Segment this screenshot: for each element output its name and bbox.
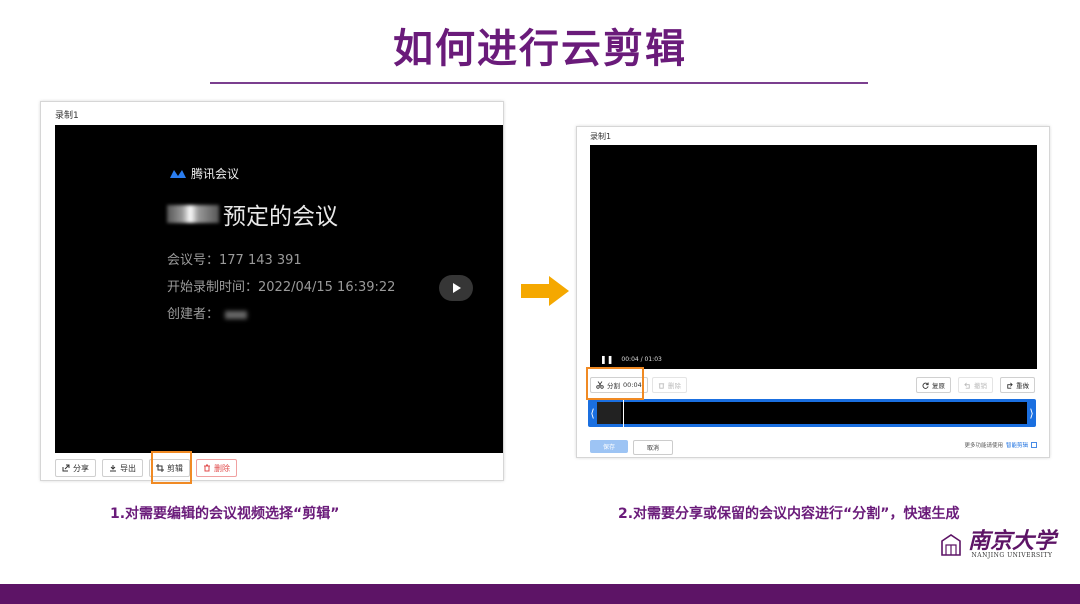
recording-panel-right: 录制1 ❚❚ 00:04 / 01:03 分割 00:04 删除 复原 撤销 重…	[576, 126, 1050, 458]
university-emblem-icon	[941, 533, 961, 556]
video-player-edit[interactable]: ❚❚ 00:04 / 01:03	[590, 145, 1037, 369]
slide-title: 如何进行云剪辑	[393, 26, 687, 72]
footer-bar	[0, 584, 1080, 604]
recording-label-right: 录制1	[590, 132, 612, 141]
redo-icon	[1007, 382, 1013, 389]
segment-delete-label: 删除	[668, 382, 681, 390]
delete-label: 删除	[214, 463, 230, 473]
timeline-end-handle[interactable]: ⟩	[1027, 399, 1036, 427]
export-label: 导出	[120, 463, 136, 473]
meeting-id: 会议号：177 143 391	[167, 253, 302, 268]
timeline-cursor[interactable]	[623, 399, 624, 427]
timeline-start-handle[interactable]: ⟨	[588, 399, 597, 427]
creator-label: 创建者：	[167, 307, 220, 322]
redo-button[interactable]: 重做	[1000, 377, 1035, 393]
recording-panel-left: 录制1 腾讯会议 预定的会议 会议号：177 143 391 开始录制时间：20…	[40, 101, 504, 481]
clip-timeline[interactable]: ⟨ ⟩	[588, 399, 1036, 427]
caption-step-2: 2.对需要分享或保留的会议内容进行“分割”，快速生成	[618, 506, 960, 522]
reset-button[interactable]: 复原	[916, 377, 951, 393]
arrow-right-icon	[521, 276, 569, 306]
split-highlight-box	[586, 367, 644, 400]
creator: 创建者：	[167, 303, 248, 322]
trash-icon	[204, 464, 210, 472]
delete-button[interactable]: 删除	[196, 459, 237, 477]
share-icon	[62, 464, 70, 472]
brand-name: 腾讯会议	[191, 167, 240, 181]
trash-icon	[658, 382, 665, 389]
reset-label: 复原	[932, 382, 945, 390]
title-divider	[210, 82, 868, 84]
pause-icon[interactable]: ❚❚	[600, 355, 613, 364]
export-button[interactable]: 导出	[102, 459, 143, 477]
external-link-icon	[1031, 442, 1037, 448]
edit-toolbar: 分割 00:04 删除 复原 撤销 重做	[590, 377, 1037, 393]
brand: 腾讯会议	[169, 165, 239, 182]
nanjing-university-logo: 南京大学 NANJING UNIVERSITY	[940, 530, 1056, 559]
timeline-thumbnail	[597, 402, 621, 424]
play-button[interactable]	[439, 275, 473, 301]
share-button[interactable]: 分享	[55, 459, 96, 477]
playback-time: 00:04 / 01:03	[621, 356, 662, 363]
redacted-creator	[225, 310, 248, 319]
undo-button[interactable]: 撤销	[958, 377, 993, 393]
redacted-name	[167, 205, 219, 223]
caption-step-1: 1.对需要编辑的会议视频选择“剪辑”	[110, 506, 340, 522]
more-features: 更多功能请使用 智能剪辑	[964, 441, 1037, 449]
meeting-title-text: 预定的会议	[223, 204, 338, 230]
video-player[interactable]: 腾讯会议 预定的会议 会议号：177 143 391 开始录制时间：2022/0…	[55, 125, 503, 453]
clip-highlight-box	[151, 451, 192, 484]
share-label: 分享	[73, 463, 89, 473]
refresh-icon	[922, 381, 929, 389]
download-icon	[110, 465, 116, 472]
more-features-text: 更多功能请使用	[964, 443, 1003, 449]
logo-en-text: NANJING UNIVERSITY	[971, 552, 1053, 559]
timeline-track	[597, 402, 1027, 424]
cancel-button[interactable]: 取消	[633, 440, 673, 455]
play-icon	[453, 283, 461, 293]
undo-label: 撤销	[974, 382, 987, 390]
undo-icon	[964, 382, 970, 389]
save-button[interactable]: 保存	[590, 440, 628, 453]
recording-label: 录制1	[55, 111, 79, 121]
logo-cn-text: 南京大学	[968, 528, 1057, 554]
video-controls: ❚❚ 00:04 / 01:03	[600, 355, 662, 364]
redo-label: 重做	[1016, 382, 1029, 390]
smart-edit-link[interactable]: 智能剪辑	[1006, 441, 1028, 449]
tencent-meeting-logo-icon	[170, 169, 186, 178]
segment-delete-button[interactable]: 删除	[652, 377, 687, 393]
start-time: 开始录制时间：2022/04/15 16:39:22	[167, 280, 396, 295]
recording-toolbar: 分享 导出 剪辑 删除	[55, 459, 237, 479]
meeting-title: 预定的会议	[167, 197, 338, 231]
